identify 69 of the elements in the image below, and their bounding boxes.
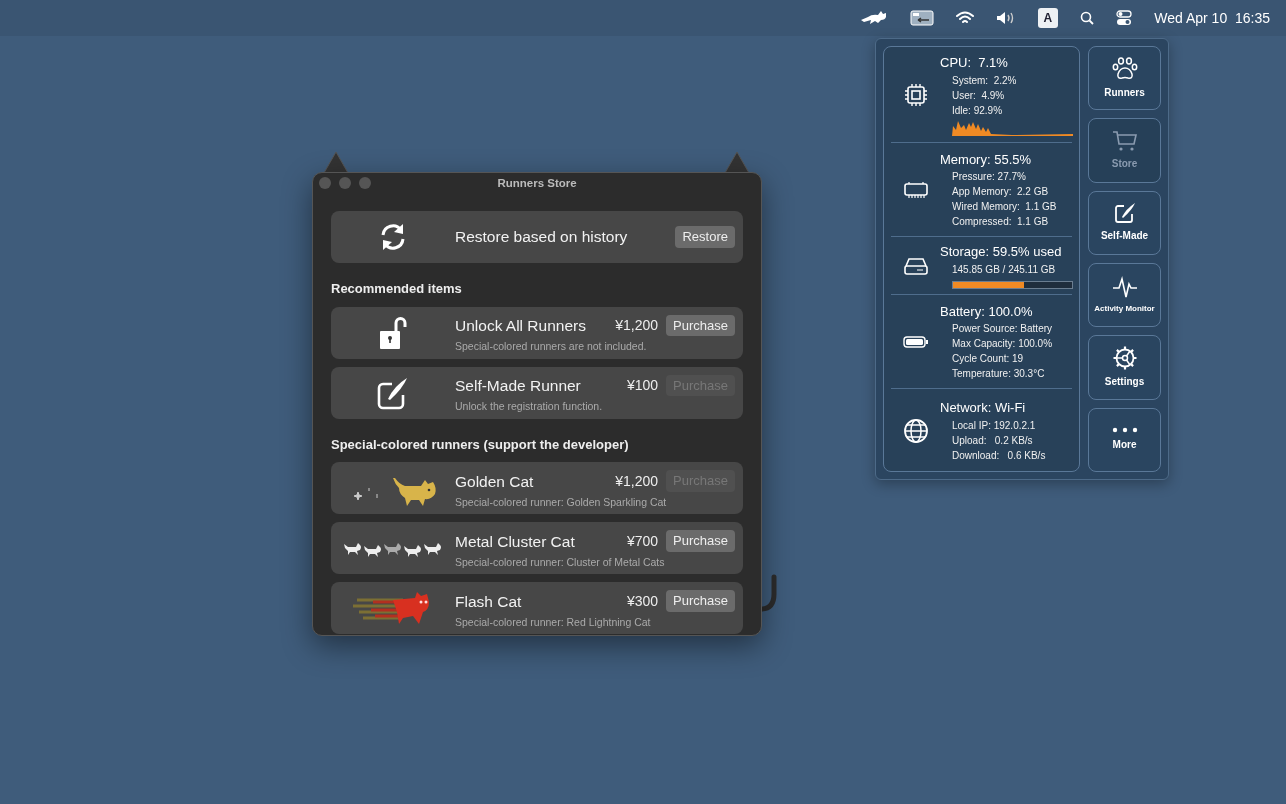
stat-title: Network: Wi-Fi [940,399,1027,418]
stat-line: Pressure: 27.7% [951,170,1027,185]
stat-line: System: 2.2% [951,73,1018,88]
stat-title: CPU: 7.1% [940,54,1009,73]
price-label: ¥700 [626,531,659,551]
stat-line: Download: 0.6 KB/s [951,448,1046,463]
stat-line: Cycle Count: 19 [951,352,1025,367]
volume-icon[interactable] [995,11,1016,25]
unlock-icon [379,315,407,350]
compose-icon [1113,202,1136,225]
stat-line: Idle: 92.9% [951,103,1004,118]
item-description: Special-colored runner: Red Lightning Cat [455,614,652,630]
section-heading: Special-colored runners (support the developer) [331,435,630,454]
stat-line: Temperature: 30.3°C [951,367,1046,382]
wifi-icon[interactable] [955,11,974,25]
settings-icon [1112,345,1137,370]
item-name: Self-Made Runner [455,376,582,396]
clock[interactable]: Wed Apr 10 16:35 [1154,7,1270,29]
stat-line: Max Capacity: 100.0% [951,337,1053,352]
stat-line: Compressed: 1.1 GB [951,215,1050,230]
compose-icon [376,375,410,410]
cat-icon[interactable] [859,10,888,26]
item-name: Metal Cluster Cat [455,531,576,552]
panel-button[interactable]: Self-Made [1088,190,1161,255]
restore-button[interactable]: Restore [675,226,735,248]
input-source-indicator[interactable]: A [1037,8,1059,28]
item-description: Special-colored runner: Cluster of Metal Cats [455,554,666,570]
price-label: ¥300 [626,591,659,611]
window-title: Runners Store [497,176,577,192]
stat-title: Memory: 55.5% [940,150,1033,169]
item-name: Golden Cat [455,471,535,492]
stat-line: Power Source: Battery [951,322,1053,337]
purchase-button[interactable]: Purchase [666,530,735,552]
panel-button[interactable]: More [1088,407,1161,472]
stat-title: Battery: 100.0% [940,302,1034,321]
battery-icon [902,335,929,348]
price-label: ¥1,200 [615,471,659,491]
memory-icon [903,180,928,199]
price-label: ¥1,200 [615,316,659,336]
item-description: Special-colored runners are not included. [455,339,648,355]
stat-line: User: 4.9% [951,88,1006,103]
stat-line: App Memory: 2.2 GB [951,185,1050,200]
purchase-button[interactable]: Purchase [666,590,735,612]
drive-icon [902,256,929,275]
item-name: Unlock All Runners [455,316,587,336]
item-description: Special-colored runner: Golden Sparkling Cat [455,494,668,510]
stat-line: Upload: 0.2 KB/s [951,433,1034,448]
item-name: Flash Cat [455,591,523,612]
control-center-icon[interactable] [1116,10,1133,26]
panel-button[interactable]: Settings [1088,335,1161,400]
purchase-button[interactable]: Purchase [666,314,735,337]
chip-icon [903,82,928,107]
item-description: Unlock the registration function. [455,399,604,415]
stat-title: Storage: 59.5% used [940,243,1063,262]
more-icon [1111,427,1138,434]
paw-icon [1111,56,1138,81]
cart-icon [1111,130,1138,152]
search-icon[interactable] [1080,11,1095,25]
stat-line: Wired Memory: 1.1 GB [951,200,1057,215]
pulse-icon [1111,275,1138,300]
globe-icon [902,417,929,444]
display-icon[interactable] [909,10,934,26]
panel-button[interactable]: Activity Monitor [1088,263,1161,328]
section-heading: Recommended items [331,280,463,298]
price-label: ¥100 [626,376,659,396]
panel-button[interactable]: Runners [1088,46,1161,111]
restore-label: Restore based on history [455,227,629,248]
stat-line: 145.85 GB / 245.11 GB [951,262,1057,277]
stat-line: Local IP: 192.0.2.1 [951,418,1037,433]
